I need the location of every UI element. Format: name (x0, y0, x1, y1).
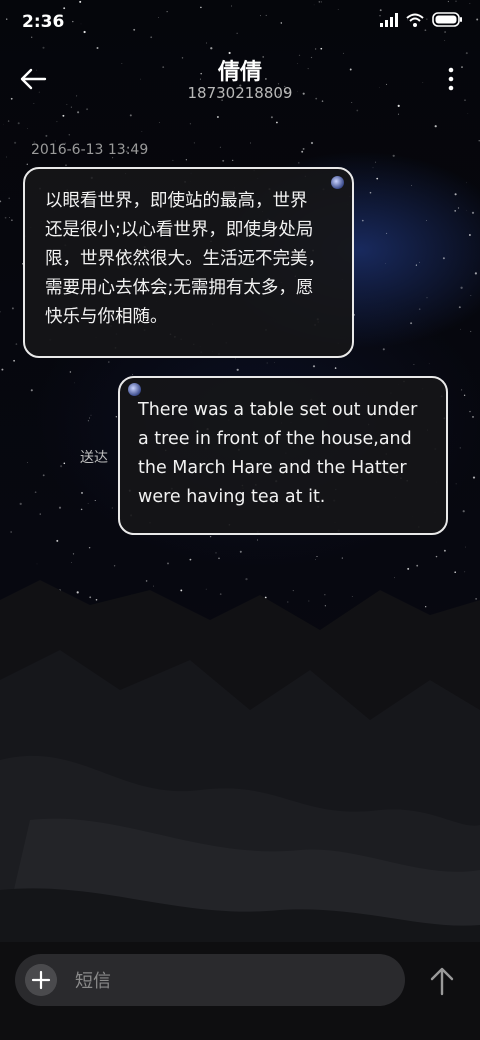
message-line: 还是很小;以心看世界，即使身处局 (45, 220, 314, 240)
message-line: 需要用心去体会;无需拥有太多，愿 (45, 278, 314, 298)
compose-bar (0, 942, 480, 1040)
message-line: 限，世界依然很大。生活远不完美， (45, 249, 325, 269)
sms-input[interactable] (73, 962, 397, 1000)
more-vertical-icon[interactable] (446, 66, 456, 92)
message-line: 快乐与你相随。 (45, 307, 168, 327)
sender-avatar-icon (128, 383, 141, 396)
wifi-icon (406, 13, 424, 27)
message-line: a tree in front of the house,and (138, 429, 412, 449)
delivery-status: 送达 (80, 450, 108, 466)
contact-name: 倩倩 (217, 60, 262, 85)
conversation-header: 倩倩 18730218809 (0, 50, 480, 110)
mountain-landscape-background (0, 580, 480, 950)
signal-icon (380, 12, 398, 27)
incoming-message-bubble[interactable]: 以眼看世界，即使站的最高，世界 还是很小;以心看世界，即使身处局 限，世界依然很… (23, 167, 354, 358)
status-bar: 2:36 (0, 0, 480, 44)
battery-icon (432, 12, 462, 27)
contact-avatar-icon (331, 176, 344, 189)
status-icons (380, 12, 462, 27)
message-line: There was a table set out under (138, 400, 418, 420)
message-line: the March Hare and the Hatter (138, 458, 407, 478)
outgoing-message-bubble[interactable]: There was a table set out under a tree i… (118, 376, 448, 535)
message-timestamp: 2016-6-13 13:49 (31, 142, 149, 158)
send-arrow-icon[interactable] (428, 966, 456, 996)
contact-number: 18730218809 (187, 84, 293, 102)
status-time: 2:36 (22, 12, 65, 32)
message-line: 以眼看世界，即使站的最高，世界 (45, 191, 308, 211)
plus-icon[interactable] (25, 964, 57, 996)
compose-field-container (15, 954, 405, 1006)
message-line: were having tea at it. (138, 487, 326, 507)
